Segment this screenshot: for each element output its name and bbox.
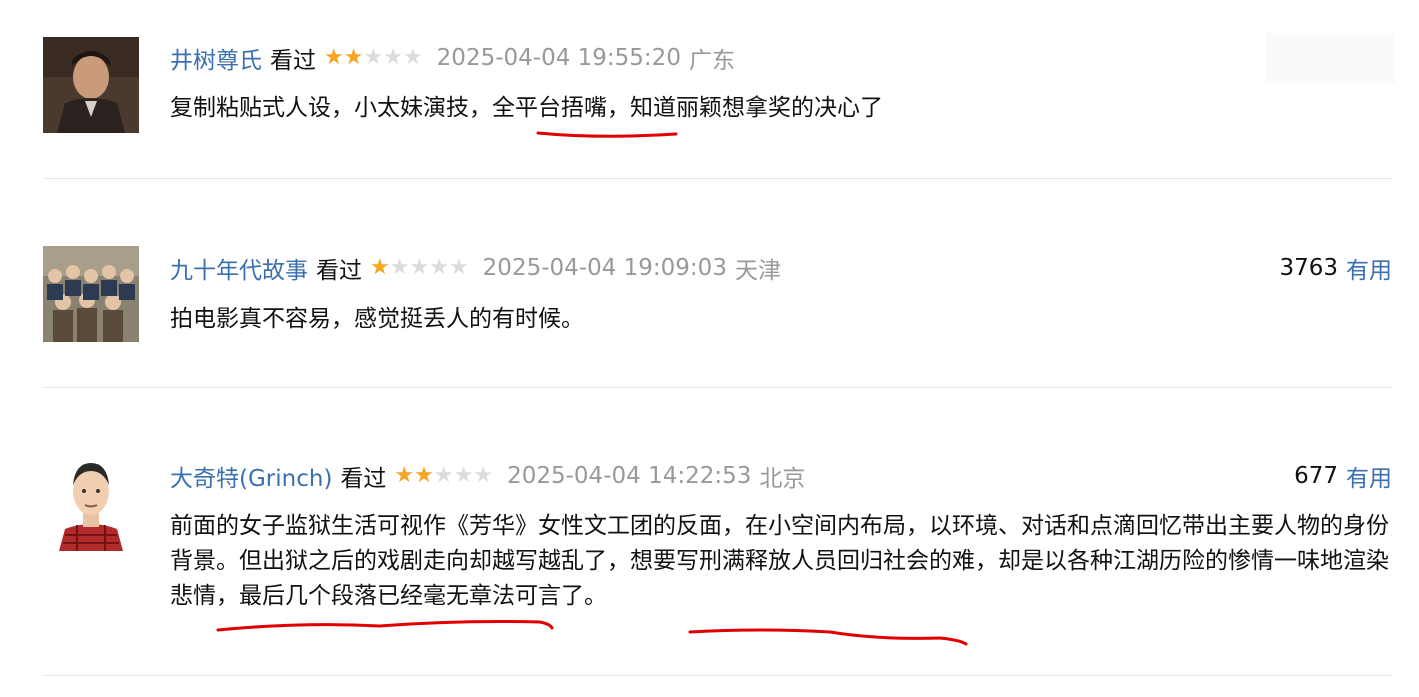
divider [43, 675, 1393, 676]
avatar-group-photo-icon [43, 246, 139, 342]
star-icon: ★ [394, 463, 415, 488]
avatar-portrait-icon [43, 37, 139, 133]
comment-location: 北京 [759, 466, 806, 492]
star-icon: ★ [324, 45, 344, 70]
rating-stars: ★ ★ ★ ★ ★ [394, 465, 493, 487]
star-icon: ★ [370, 255, 390, 280]
avatar[interactable] [43, 37, 139, 133]
comment-location: 天津 [734, 258, 781, 284]
divider [43, 387, 1393, 388]
watch-status: 看过 [340, 466, 387, 492]
rating-stars: ★ ★ ★ ★ ★ [324, 47, 423, 69]
comment-time: 2025-04-04 19:55:20 [436, 45, 681, 71]
star-icon: ★ [389, 255, 410, 280]
star-icon: ★ [409, 255, 430, 280]
comment-time: 2025-04-04 14:22:53 [507, 463, 752, 489]
vote-area: 677 有用 [1294, 459, 1392, 493]
star-icon: ★ [383, 45, 403, 70]
rating-stars: ★ ★ ★ ★ ★ [370, 257, 469, 279]
divider [43, 178, 1393, 179]
comment-time: 2025-04-04 19:09:03 [482, 255, 727, 281]
username-link[interactable]: 井树尊氏 [170, 41, 262, 75]
comment-location: 广东 [688, 48, 735, 74]
username-link[interactable]: 九十年代故事 [170, 251, 308, 285]
useful-button[interactable]: 有用 [1346, 459, 1392, 493]
comment-text: 前面的女子监狱生活可视作《芳华》女性文工团的反面，在小空间内布局，以环境、对话和… [170, 513, 1389, 609]
star-icon: ★ [473, 463, 494, 488]
avatar-cartoon-man-icon [43, 455, 139, 551]
star-icon: ★ [414, 463, 434, 488]
comment-meta: 九十年代故事 看过 ★ ★ ★ ★ ★ 2025-04-04 19:09:03 天津 [170, 251, 781, 285]
watch-status: 看过 [316, 258, 362, 284]
username-link[interactable]: 大奇特(Grinch) [170, 459, 332, 493]
star-icon: ★ [343, 45, 364, 70]
vote-count: 3763 [1279, 255, 1338, 281]
star-icon: ★ [448, 255, 469, 280]
comment-meta: 大奇特(Grinch) 看过 ★ ★ ★ ★ ★ 2025-04-04 14:22:53… [170, 459, 805, 493]
star-icon: ★ [453, 463, 474, 488]
useful-button[interactable]: 有用 [1346, 251, 1392, 285]
vote-area: 3763 有用 [1279, 251, 1392, 285]
star-icon: ★ [402, 45, 423, 70]
avatar[interactable] [43, 246, 139, 342]
comment-meta: 井树尊氏 看过 ★ ★ ★ ★ ★ 2025-04-04 19:55:20 广东 [170, 41, 735, 75]
faded-panel [1265, 33, 1395, 83]
watch-status: 看过 [270, 48, 316, 74]
star-icon: ★ [363, 45, 384, 70]
vote-count: 677 [1294, 463, 1338, 489]
comment-text: 拍电影真不容易，感觉挺丢人的有时候。 [170, 306, 584, 332]
star-icon: ★ [433, 463, 454, 488]
comment-text: 复制粘贴式人设，小太妹演技，全平台捂嘴，知道丽颖想拿奖的决心了 [170, 95, 883, 121]
star-icon: ★ [429, 255, 449, 280]
avatar[interactable] [43, 455, 139, 551]
